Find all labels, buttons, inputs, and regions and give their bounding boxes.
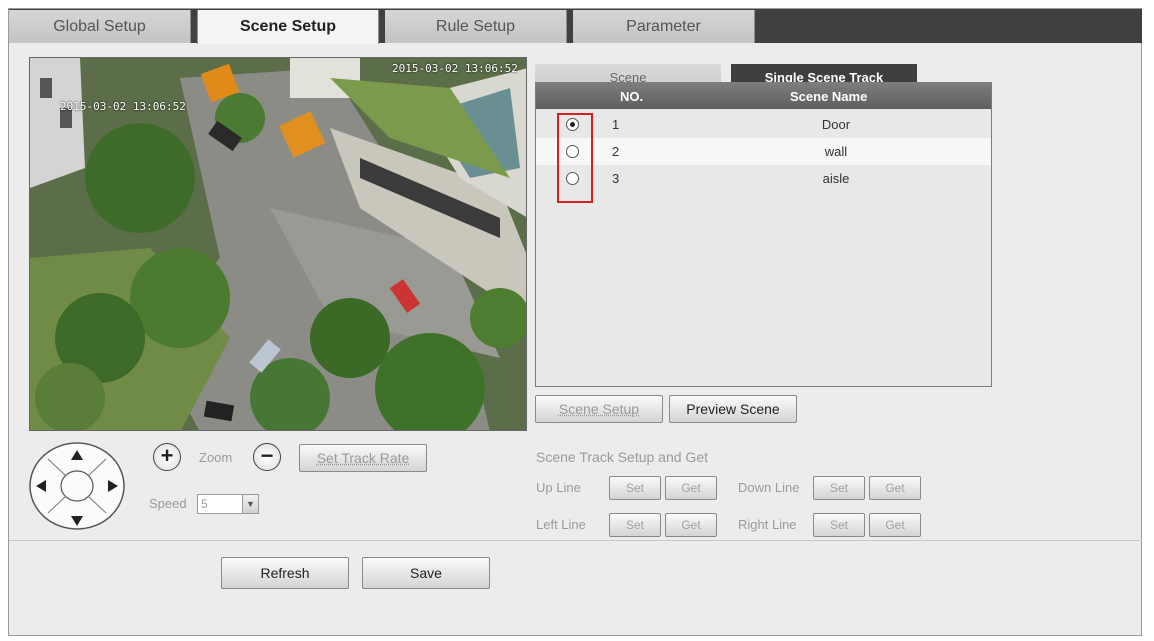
tab-parameter[interactable]: Parameter [573,10,755,43]
video-overlay-label: 2015-03-02 13:06:52 [60,100,186,113]
tab-scene-setup[interactable]: Scene Setup [197,10,379,44]
footer-divider [9,540,1142,541]
up-line-label: Up Line [536,480,581,495]
scene-name: Door [821,117,851,132]
right-line-label: Right Line [738,517,797,532]
scene-name: wall [824,144,848,159]
preview-scene-button[interactable]: Preview Scene [669,395,797,423]
scene-radio-2[interactable] [566,145,579,158]
tab-rule-setup[interactable]: Rule Setup [385,10,567,43]
save-button[interactable]: Save [362,557,490,589]
scene-track-title: Scene Track Setup and Get [536,449,708,465]
scene-no: 1 [612,117,620,132]
zoom-out-button[interactable]: − [253,443,281,471]
column-header-scene-name: Scene Name [790,89,868,104]
scene-setup-button[interactable]: Scene Setup [535,395,663,423]
table-row[interactable]: 3 aisle [536,165,991,192]
pan-right-arrow-icon[interactable] [105,478,121,494]
zoom-in-button[interactable]: + [153,443,181,471]
up-line-set-button[interactable]: Set [609,476,661,500]
speed-value: 5 [201,497,208,511]
down-line-get-button[interactable]: Get [869,476,921,500]
scene-name: aisle [822,171,850,186]
right-line-set-button[interactable]: Set [813,513,865,537]
down-line-set-button[interactable]: Set [813,476,865,500]
left-line-set-button[interactable]: Set [609,513,661,537]
pan-down-arrow-icon[interactable] [69,513,85,529]
video-preview[interactable]: 2015-03-02 13:06:52 2015-03-02 13:06:52 [29,57,527,431]
pan-up-arrow-icon[interactable] [69,447,85,463]
camera-view-image [30,58,526,430]
refresh-button[interactable]: Refresh [221,557,349,589]
speed-label: Speed [149,496,187,511]
scene-radio-3[interactable] [566,172,579,185]
table-row[interactable]: 1 Door [536,111,991,138]
top-tab-bar: Global Setup Scene Setup Rule Setup Para… [9,9,1142,44]
left-line-label: Left Line [536,517,586,532]
video-timestamp: 2015-03-02 13:06:52 [392,62,518,75]
right-line-get-button[interactable]: Get [869,513,921,537]
down-line-label: Down Line [738,480,800,495]
zoom-label: Zoom [199,450,233,465]
left-line-get-button[interactable]: Get [665,513,717,537]
speed-select[interactable]: 5 ▼ [197,494,259,514]
tab-global-setup[interactable]: Global Setup [9,10,191,43]
scene-setup-window: Global Setup Scene Setup Rule Setup Para… [8,8,1142,636]
scene-table: NO. Scene Name 1 Door 2 wall 3 aisle [535,82,992,387]
column-header-no: NO. [620,89,644,104]
table-row[interactable]: 2 wall [536,138,991,165]
ptz-control [29,441,125,531]
pan-left-arrow-icon[interactable] [33,478,49,494]
scene-no: 3 [612,171,620,186]
scene-radio-1[interactable] [566,118,579,131]
up-line-get-button[interactable]: Get [665,476,717,500]
scene-no: 2 [612,144,620,159]
chevron-down-icon[interactable]: ▼ [242,495,258,513]
set-track-rate-button[interactable]: Set Track Rate [299,444,427,472]
table-header: NO. Scene Name [536,83,991,109]
